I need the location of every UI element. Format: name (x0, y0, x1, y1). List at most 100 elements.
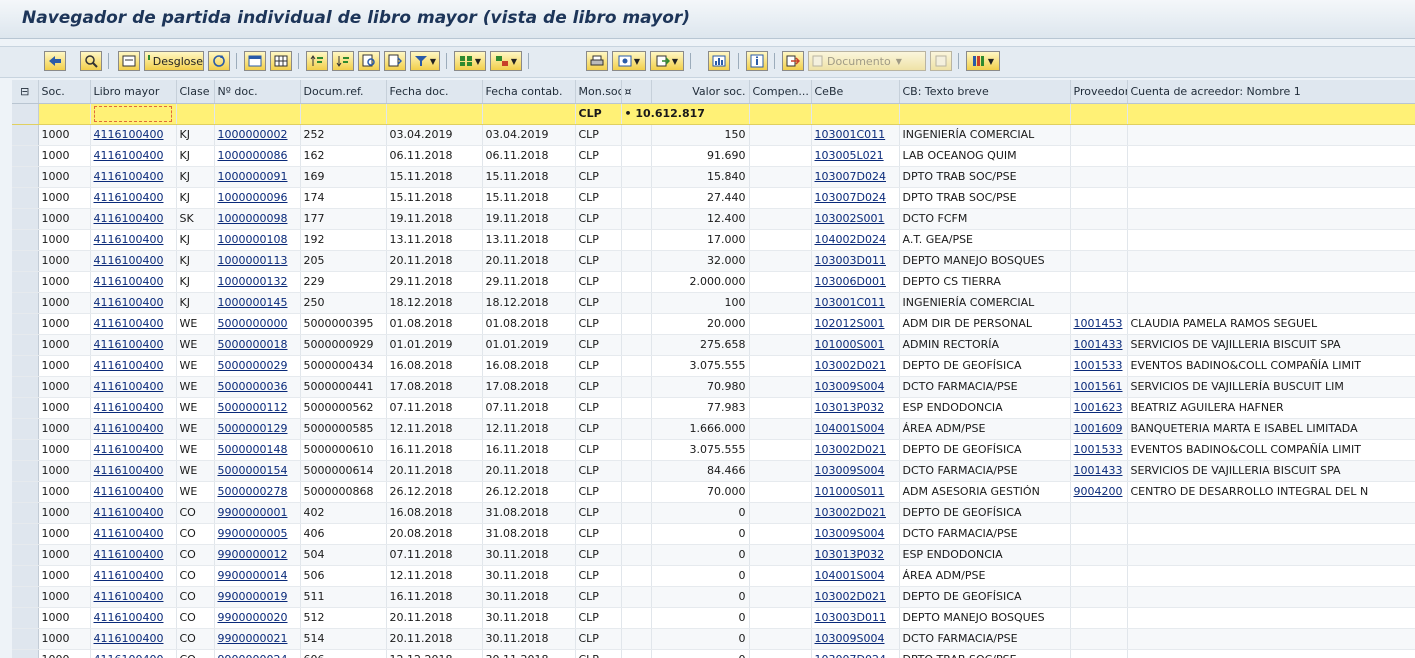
cell-cebe-link[interactable]: 103001C011 (815, 296, 886, 309)
cell-num-doc-link[interactable]: 5000000278 (218, 485, 288, 498)
cell-libro-mayor[interactable]: 4116100400 (90, 124, 177, 146)
cell-libro-mayor-link[interactable]: 4116100400 (94, 422, 164, 435)
cell-num-doc[interactable]: 9900000001 (214, 502, 301, 524)
cell-libro-mayor-link[interactable]: 4116100400 (94, 359, 164, 372)
cell-libro-mayor-link[interactable]: 4116100400 (94, 632, 164, 645)
layout-icon[interactable]: ▼ (966, 51, 1000, 71)
cell-cebe-link[interactable]: 103001C011 (815, 128, 886, 141)
row-selector[interactable] (12, 376, 39, 398)
cell-num-doc-link[interactable]: 9900000020 (218, 611, 288, 624)
cell-proveedor[interactable] (1070, 250, 1128, 272)
cell-proveedor[interactable] (1070, 166, 1128, 188)
documento-button[interactable]: Documento ▼ (808, 51, 926, 71)
cell-cebe-link[interactable]: 103005L021 (815, 149, 884, 162)
cell-libro-mayor[interactable]: 4116100400 (90, 460, 177, 482)
cell-proveedor[interactable]: 1001433 (1070, 334, 1128, 356)
cell-libro-mayor[interactable]: 4116100400 (90, 292, 177, 314)
cell-num-doc[interactable]: 1000000113 (214, 250, 301, 272)
cell-num-doc-link[interactable]: 9900000014 (218, 569, 288, 582)
cell-cebe[interactable]: 104002D024 (811, 229, 900, 251)
table-row[interactable]: 10004116100400 CO9900000024 60612.12.20183… (12, 649, 1415, 658)
table-row[interactable]: 1000 4116100400 WE 5000000278 5000000868 26.1… (12, 481, 1415, 503)
cell-cebe[interactable]: 103002S001 (811, 208, 900, 230)
col-header-cebe[interactable]: CeBe (811, 80, 900, 104)
cell-proveedor[interactable]: 1001533 (1070, 439, 1128, 461)
cell-proveedor[interactable]: 1001533 (1070, 355, 1128, 377)
cell-cebe-link[interactable]: 103002D021 (815, 590, 886, 603)
table-row[interactable]: 1000 4116100400 KJ 1000000113 205 20.11.2018 2… (12, 250, 1415, 272)
cell-libro-mayor-link[interactable]: 4116100400 (94, 569, 164, 582)
sort-ascending-icon[interactable] (306, 51, 328, 71)
cell-cebe-link[interactable]: 103009S004 (815, 464, 885, 477)
cell-proveedor-link[interactable]: 9004200 (1074, 485, 1123, 498)
info-icon[interactable] (746, 51, 768, 71)
cell-num-doc-link[interactable]: 9900000012 (218, 548, 288, 561)
table-row[interactable]: 1000 4116100400 KJ 1000000002 252 03.04.2019 0… (12, 124, 1415, 146)
current-cell[interactable] (90, 103, 177, 125)
cell-cebe-link[interactable]: 103003D011 (815, 254, 886, 267)
col-header-docum-ref[interactable]: Docum.ref. (300, 80, 387, 104)
cell-libro-mayor-link[interactable]: 4116100400 (94, 464, 164, 477)
table-row[interactable]: 1000 4116100400 CO 9900000001 402 16.08.2018 3… (12, 502, 1415, 524)
cell-cebe-link[interactable]: 103013P032 (815, 401, 885, 414)
cell-proveedor[interactable] (1070, 145, 1128, 167)
cell-libro-mayor-link[interactable]: 4116100400 (94, 254, 164, 267)
details-icon[interactable] (80, 51, 102, 71)
table-row[interactable]: 1000 4116100400 KJ 1000000096 174 15.11.2018 1… (12, 187, 1415, 209)
cell-num-doc[interactable]: 5000000112 (214, 397, 301, 419)
cell-cebe-link[interactable]: 104002D024 (815, 233, 886, 246)
cell-libro-mayor[interactable]: 4116100400 (90, 166, 177, 188)
cell-cebe[interactable]: 103007D024 (811, 649, 900, 658)
cell-libro-mayor-link[interactable]: 4116100400 (94, 149, 164, 162)
cell-proveedor[interactable] (1070, 292, 1128, 314)
cell-libro-mayor-link[interactable]: 4116100400 (94, 380, 164, 393)
cell-libro-mayor[interactable]: 4116100400 (90, 607, 177, 629)
cell-cebe[interactable]: 103002D021 (811, 586, 900, 608)
cell-proveedor[interactable] (1070, 208, 1128, 230)
cell-proveedor[interactable]: 1001433 (1070, 460, 1128, 482)
row-selector[interactable] (12, 628, 39, 650)
cell-num-doc-link[interactable]: 9900000021 (218, 632, 288, 645)
select-layout-icon[interactable] (244, 51, 266, 71)
cell-num-doc[interactable]: 5000000018 (214, 334, 301, 356)
cell-cebe[interactable]: 101000S001 (811, 334, 900, 356)
cell-cebe-link[interactable]: 103009S004 (815, 527, 885, 540)
col-header-fecha-doc[interactable]: Fecha doc. (386, 80, 483, 104)
table-row[interactable]: 1000 4116100400 WE 5000000148 5000000610 16.1… (12, 439, 1415, 461)
cell-num-doc-link[interactable]: 1000000086 (218, 149, 288, 162)
cell-libro-mayor[interactable]: 4116100400 (90, 334, 177, 356)
cell-libro-mayor[interactable]: 4116100400 (90, 565, 177, 587)
cell-proveedor-link[interactable]: 1001533 (1074, 359, 1123, 372)
row-selector[interactable] (12, 460, 39, 482)
cell-libro-mayor-link[interactable]: 4116100400 (94, 233, 164, 246)
cell-libro-mayor-link[interactable]: 4116100400 (94, 527, 164, 540)
cell-proveedor-link[interactable]: 1001453 (1074, 317, 1123, 330)
col-header-cb-texto[interactable]: CB: Texto breve (899, 80, 1071, 104)
table-row[interactable]: 1000 4116100400 CO 9900000014 506 12.11.2018 3… (12, 565, 1415, 587)
display-change-icon[interactable] (118, 51, 140, 71)
col-header-fecha-contab[interactable]: Fecha contab. (482, 80, 576, 104)
cell-cebe-link[interactable]: 101000S001 (815, 338, 885, 351)
cell-libro-mayor-link[interactable]: 4116100400 (94, 191, 164, 204)
select-all-icon[interactable]: ⊟ (12, 80, 39, 104)
cell-num-doc-link[interactable]: 1000000091 (218, 170, 288, 183)
col-header-soc[interactable]: Soc. (38, 80, 91, 104)
cell-proveedor[interactable] (1070, 628, 1128, 650)
cell-proveedor-link[interactable]: 1001609 (1074, 422, 1123, 435)
cell-proveedor[interactable] (1070, 229, 1128, 251)
col-header-valor-soc[interactable]: Valor soc. (651, 80, 750, 104)
cell-proveedor[interactable] (1070, 271, 1128, 293)
cell-proveedor[interactable]: 1001623 (1070, 397, 1128, 419)
table-row[interactable]: 1000 4116100400 CO 9900000012 504 07.11.2018 3… (12, 544, 1415, 566)
table-row[interactable]: 1000 4116100400 CO 9900000005 406 20.08.2018 3… (12, 523, 1415, 545)
cell-num-doc-link[interactable]: 9900000024 (218, 653, 288, 658)
cell-num-doc-link[interactable]: 9900000005 (218, 527, 288, 540)
cell-proveedor[interactable] (1070, 502, 1128, 524)
cell-num-doc[interactable]: 5000000129 (214, 418, 301, 440)
cell-cebe[interactable]: 103009S004 (811, 376, 900, 398)
print-icon[interactable] (586, 51, 608, 71)
cell-libro-mayor-link[interactable]: 4116100400 (94, 590, 164, 603)
cell-libro-mayor-link[interactable]: 4116100400 (94, 401, 164, 414)
row-selector[interactable] (12, 397, 39, 419)
cell-num-doc-link[interactable]: 1000000098 (218, 212, 288, 225)
